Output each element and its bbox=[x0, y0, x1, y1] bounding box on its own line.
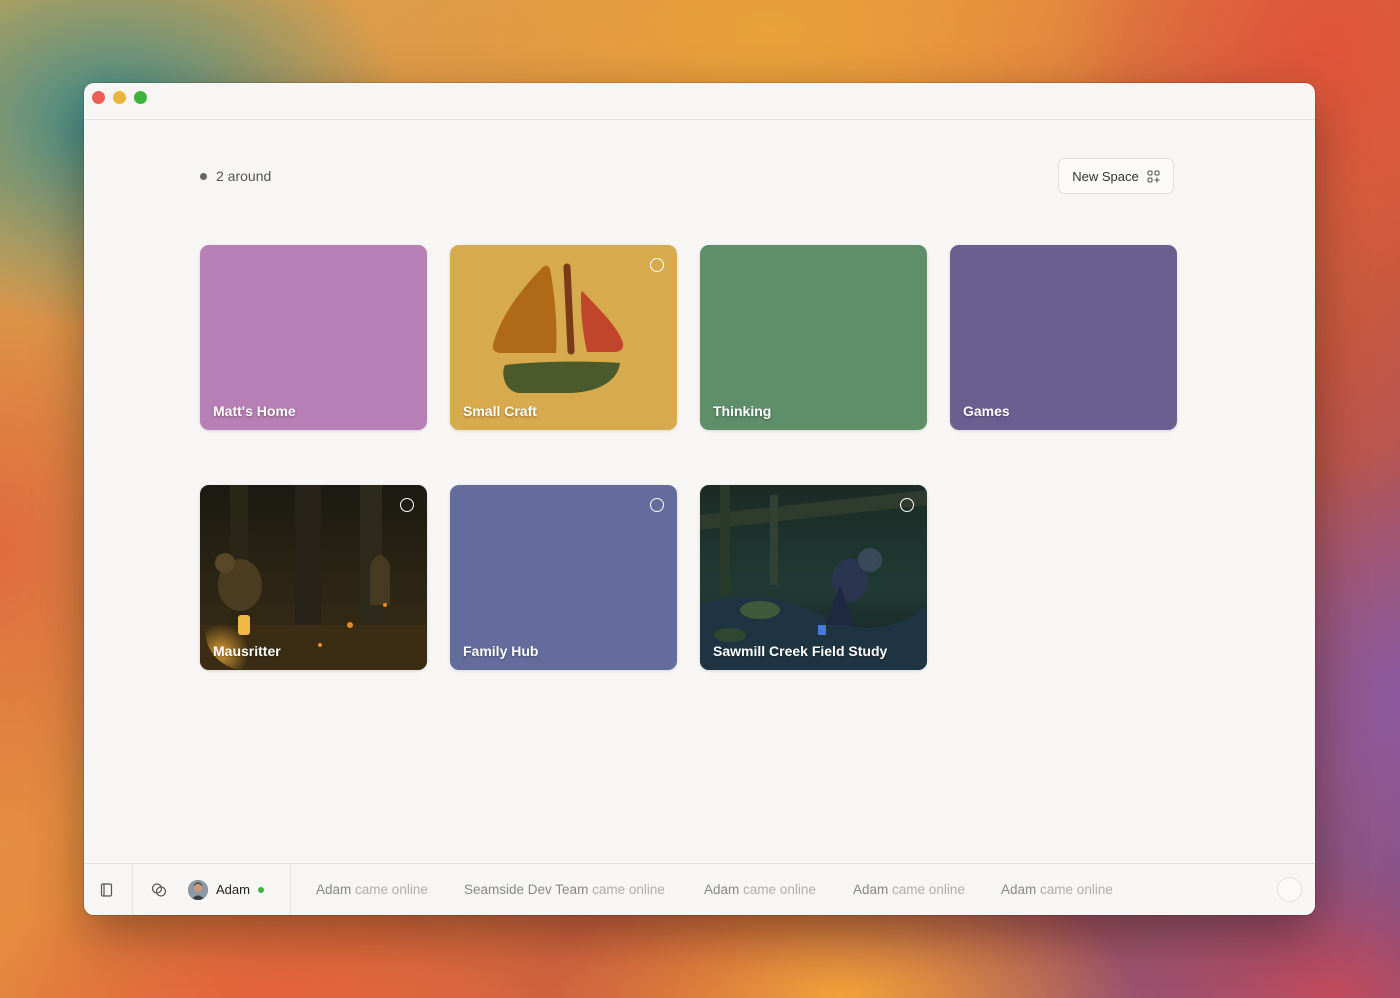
activity-item: Adam came online bbox=[1001, 864, 1113, 915]
status-ring-icon bbox=[400, 498, 414, 512]
status-ring-icon bbox=[650, 498, 664, 512]
status-ring-icon bbox=[900, 498, 914, 512]
title-bar bbox=[84, 83, 1315, 120]
app-window: 2 around New Space Matt's Home Small Cra… bbox=[84, 83, 1315, 915]
zoom-window-button[interactable] bbox=[134, 91, 147, 104]
close-window-button[interactable] bbox=[92, 91, 105, 104]
space-card-games[interactable]: Games bbox=[950, 245, 1177, 430]
activity-what: came online bbox=[355, 882, 428, 897]
activity-item: Adam came online bbox=[704, 864, 816, 915]
presence-indicator: 2 around bbox=[200, 168, 271, 184]
space-card-mausritter[interactable]: Mausritter bbox=[200, 485, 427, 670]
activity-what: came online bbox=[892, 882, 965, 897]
add-grid-icon bbox=[1147, 169, 1160, 183]
activity-what: came online bbox=[1040, 882, 1113, 897]
minimize-window-button[interactable] bbox=[113, 91, 126, 104]
spaces-switcher-button[interactable] bbox=[151, 864, 169, 915]
space-card-sawmill-creek-field-study[interactable]: Sawmill Creek Field Study bbox=[700, 485, 927, 670]
activity-who: Adam bbox=[1001, 882, 1037, 897]
space-card-small-craft[interactable]: Small Craft bbox=[450, 245, 677, 430]
new-space-button[interactable]: New Space bbox=[1058, 158, 1174, 194]
activity-item: Adam came online bbox=[316, 864, 428, 915]
space-card-label: Mausritter bbox=[213, 643, 281, 659]
activity-what: came online bbox=[743, 882, 816, 897]
current-user[interactable]: Adam bbox=[188, 864, 264, 915]
presence-text: 2 around bbox=[216, 168, 272, 184]
bottom-bar: Adam Adam came online Seamside Dev Team … bbox=[84, 863, 1315, 915]
space-card-label: Games bbox=[963, 403, 1010, 419]
online-status-dot bbox=[257, 886, 264, 893]
space-card-label: Sawmill Creek Field Study bbox=[713, 643, 888, 659]
space-card-thinking[interactable]: Thinking bbox=[700, 245, 927, 430]
space-card-label: Small Craft bbox=[463, 403, 537, 419]
notes-button[interactable] bbox=[100, 864, 118, 915]
activity-who: Adam bbox=[853, 882, 889, 897]
activity-item: Adam came online bbox=[853, 864, 965, 915]
space-card-label: Family Hub bbox=[463, 643, 539, 659]
space-card-matts-home[interactable]: Matt's Home bbox=[200, 245, 427, 430]
new-space-label: New Space bbox=[1072, 168, 1139, 184]
space-card-family-hub[interactable]: Family Hub bbox=[450, 485, 677, 670]
space-card-label: Thinking bbox=[713, 403, 772, 419]
activity-who: Adam bbox=[704, 882, 740, 897]
status-ring-icon bbox=[650, 258, 664, 272]
overlapping-circles-icon bbox=[151, 882, 167, 897]
avatar bbox=[188, 879, 208, 900]
space-card-label: Matt's Home bbox=[213, 403, 296, 419]
status-circle-button[interactable] bbox=[1277, 877, 1302, 902]
presence-dot bbox=[200, 172, 207, 180]
activity-what: came online bbox=[592, 882, 665, 897]
activity-who: Seamside Dev Team bbox=[464, 882, 589, 897]
activity-item: Seamside Dev Team came online bbox=[464, 864, 665, 915]
notebook-icon bbox=[100, 882, 113, 897]
activity-who: Adam bbox=[316, 882, 352, 897]
current-user-name: Adam bbox=[216, 882, 250, 897]
